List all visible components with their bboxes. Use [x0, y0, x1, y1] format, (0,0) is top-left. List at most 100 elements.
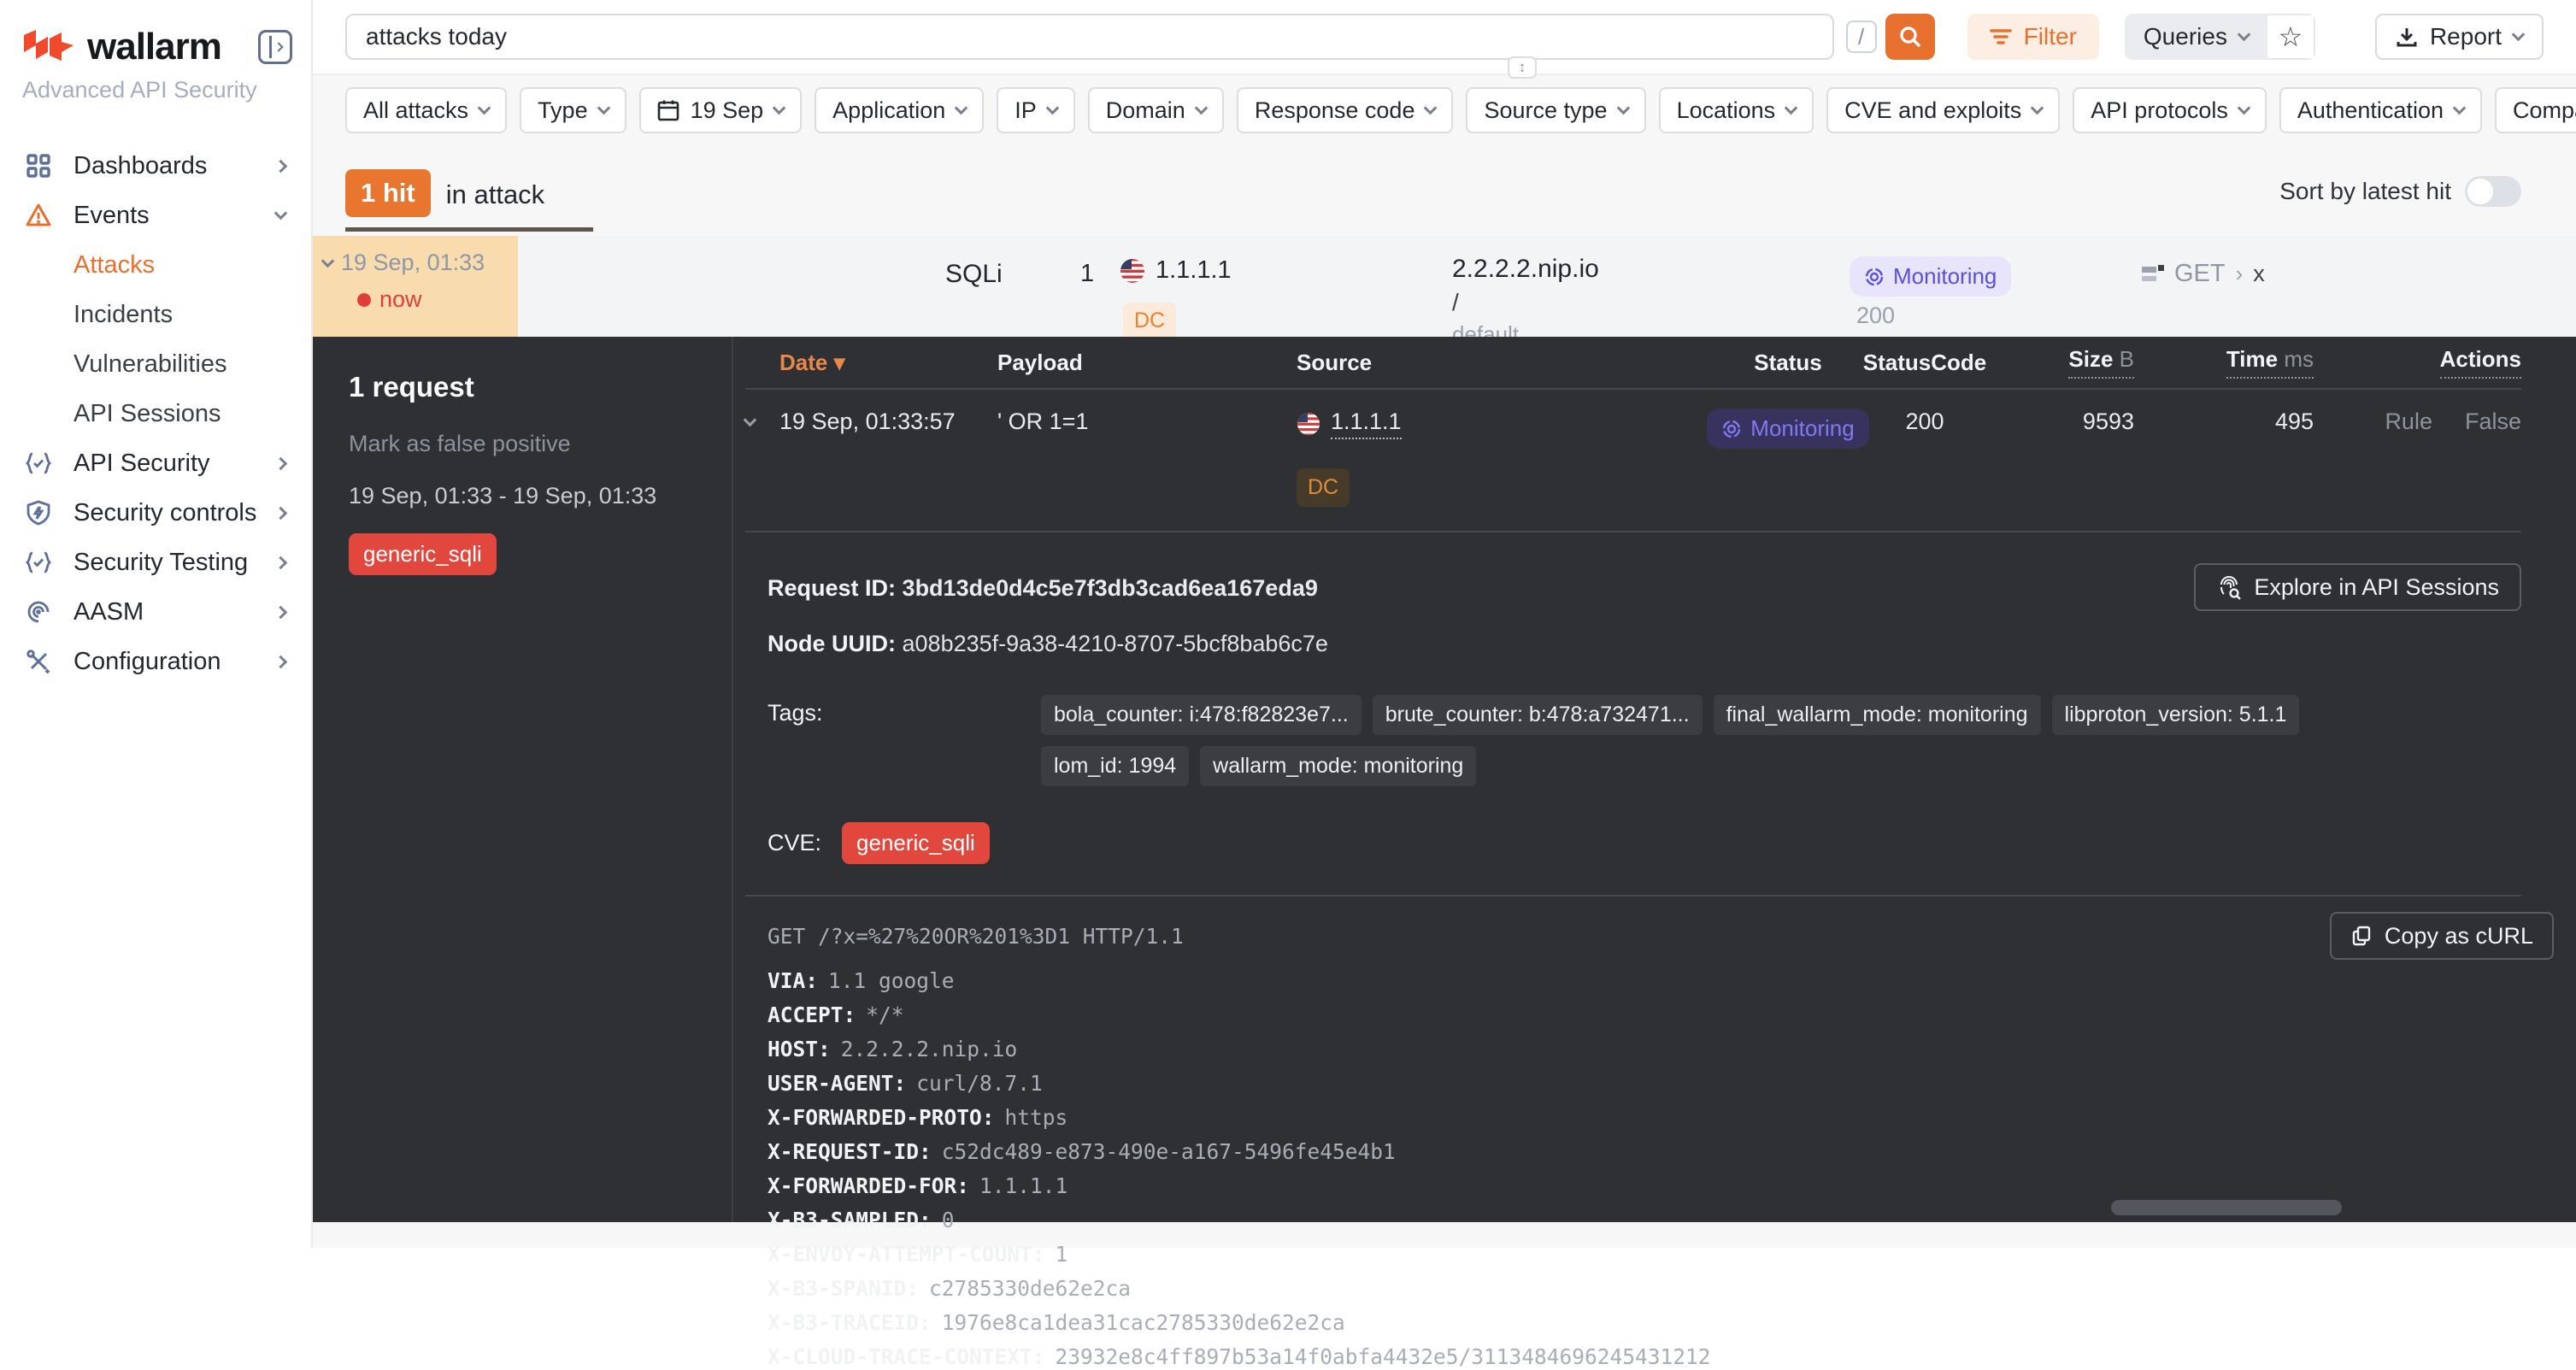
- action-rule-link[interactable]: Rule: [2385, 409, 2432, 435]
- action-false-link[interactable]: False: [2465, 409, 2521, 435]
- request-id-value: 3bd13de0d4c5e7f3db3cad6ea167eda9: [903, 575, 1318, 601]
- node-uuid-value: a08b235f-9a38-4210-8707-5bcf8bab6c7e: [903, 631, 1328, 656]
- filter-chip-source-type[interactable]: Source type: [1466, 87, 1645, 133]
- braces-check-icon: [24, 548, 53, 577]
- explore-api-sessions-button[interactable]: Explore in API Sessions: [2194, 563, 2521, 611]
- filter-chip-domain[interactable]: Domain: [1088, 87, 1224, 133]
- filter-chip-locations[interactable]: Locations: [1659, 87, 1814, 133]
- filter-chip-application[interactable]: Application: [815, 87, 984, 133]
- filter-chip-ip[interactable]: IP: [997, 87, 1075, 133]
- column-header-actions[interactable]: Actions: [2440, 346, 2521, 379]
- sidebar-item-aasm[interactable]: AASM: [0, 587, 311, 637]
- http-header-line: VIA:1.1 google: [768, 967, 2521, 994]
- resize-handle[interactable]: ↕: [1508, 56, 1537, 79]
- wallarm-logo-icon: [22, 30, 75, 64]
- cve-row: CVE: generic_sqli: [768, 822, 2521, 864]
- row-expand-chevron-icon[interactable]: [744, 414, 757, 427]
- top-search-bar: / Filter Queries ☆ Report ↕: [313, 0, 2576, 75]
- filter-chip-row: All attacks Type 19 Sep Application IP D…: [313, 75, 2576, 145]
- sidebar-item-security-testing[interactable]: Security Testing: [0, 538, 311, 587]
- expand-chevron-icon[interactable]: [321, 254, 335, 268]
- attack-recency: now: [379, 286, 422, 313]
- recency-dot-icon: [357, 293, 371, 307]
- sidebar-item-events[interactable]: Events: [0, 191, 311, 240]
- sidebar-item-dashboards[interactable]: Dashboards: [0, 141, 311, 191]
- chevron-down-icon: [2238, 28, 2251, 42]
- datacenter-tag: DC: [1297, 468, 1350, 507]
- column-header-date[interactable]: Date ▾: [779, 350, 997, 376]
- shield-bolt-icon: [24, 498, 53, 527]
- request-info-block: Request ID: 3bd13de0d4c5e7f3db3cad6ea167…: [768, 575, 2521, 657]
- request-size: 9593: [2083, 409, 2134, 435]
- column-header-time[interactable]: Time ms: [2226, 346, 2314, 379]
- row-separator: [745, 531, 2521, 532]
- filter-icon: [1990, 27, 2012, 46]
- filter-chip-type[interactable]: Type: [520, 87, 626, 133]
- filter-chip-cve-exploits[interactable]: CVE and exploits: [1826, 87, 2060, 133]
- search-input[interactable]: [345, 14, 1834, 60]
- sidebar-item-security-controls[interactable]: Security controls: [0, 488, 311, 538]
- queries-button[interactable]: Queries: [2125, 14, 2267, 60]
- http-header-line: X-B3-TRACEID:1976e8ca1dea31cac2785330de6…: [768, 1309, 2521, 1336]
- http-header-line: X-ENVOY-ATTEMPT-COUNT:1: [768, 1241, 2521, 1267]
- hits-context-label: in attack: [446, 179, 544, 210]
- collapse-sidebar-icon[interactable]: [258, 30, 292, 64]
- target-icon: [1721, 419, 1742, 439]
- tags-label: Tags:: [768, 695, 1041, 786]
- tag-chip: libproton_version: 5.1.1: [2052, 695, 2300, 735]
- sidebar-nav: Dashboards Events Attacks Incidents Vuln…: [0, 141, 311, 686]
- filter-chip-authentication[interactable]: Authentication: [2279, 87, 2482, 133]
- filter-chip-api-protocols[interactable]: API protocols: [2073, 87, 2267, 133]
- filter-button[interactable]: Filter: [1967, 14, 2099, 60]
- slash-shortcut-hint: /: [1846, 21, 1877, 53]
- sidebar-item-vulnerabilities[interactable]: Vulnerabilities: [0, 339, 311, 389]
- http-header-line: X-FORWARDED-FOR:1.1.1.1: [768, 1173, 2521, 1199]
- chevron-right-icon: [274, 506, 288, 520]
- attack-endpoint: GET › x: [2142, 260, 2265, 288]
- attack-detail-panel: 1 request Mark as false positive 19 Sep,…: [313, 337, 2576, 1222]
- http-header-line: X-FORWARDED-PROTO:https: [768, 1104, 2521, 1131]
- monitoring-status-badge: Monitoring: [1707, 409, 1868, 449]
- report-button[interactable]: Report: [2375, 14, 2544, 60]
- chevron-right-icon: [274, 556, 288, 569]
- favorite-star-icon[interactable]: ☆: [2267, 14, 2315, 60]
- sidebar-item-api-sessions[interactable]: API Sessions: [0, 389, 311, 438]
- http-header-line: USER-AGENT:curl/8.7.1: [768, 1070, 2521, 1097]
- sidebar-item-attacks[interactable]: Attacks: [0, 240, 311, 290]
- horizontal-scrollbar-thumb[interactable]: [2111, 1200, 2342, 1215]
- filter-chip-compare-to[interactable]: Compare to...: [2495, 87, 2576, 133]
- tag-chip: lom_id: 1994: [1041, 746, 1189, 786]
- http-header-line: X-CLOUD-TRACE-CONTEXT:23932e8c4ff897b53a…: [768, 1344, 2521, 1370]
- request-source-ip[interactable]: 1.1.1.1: [1331, 409, 1402, 439]
- endpoint-bars-icon: [2142, 264, 2164, 285]
- filter-chip-response-code[interactable]: Response code: [1237, 87, 1454, 133]
- attack-domain: 2.2.2.2.nip.io: [1452, 255, 1599, 284]
- sidebar-item-configuration[interactable]: Configuration: [0, 637, 311, 686]
- copy-as-curl-button[interactable]: Copy as cURL: [2330, 912, 2554, 960]
- results-header: 1 hit in attack Sort by latest hit: [313, 145, 2576, 217]
- http-request-line: GET /?x=%27%20OR%201%3D1 HTTP/1.1: [768, 924, 2521, 949]
- attack-source-ip[interactable]: 1.1.1.1: [1156, 256, 1232, 285]
- sidebar-item-api-security[interactable]: API Security: [0, 438, 311, 488]
- mark-false-positive-link[interactable]: Mark as false positive: [349, 431, 706, 457]
- filter-chip-date[interactable]: 19 Sep: [639, 87, 803, 133]
- search-button[interactable]: [1885, 14, 1935, 60]
- sidebar-item-incidents[interactable]: Incidents: [0, 290, 311, 339]
- target-icon: [1864, 267, 1885, 287]
- filter-chip-all-attacks[interactable]: All attacks: [345, 87, 507, 133]
- sidebar: wallarm Advanced API Security Dashboards…: [0, 0, 313, 1248]
- requests-table-header: Date ▾ Payload Source Status StatusCode …: [745, 337, 2521, 390]
- copy-icon: [2350, 925, 2373, 947]
- attack-date: 19 Sep, 01:33: [341, 250, 485, 276]
- column-header-statuscode: StatusCode: [1863, 350, 1986, 376]
- column-header-size[interactable]: Size B: [2068, 346, 2134, 379]
- request-status-code: 200: [1905, 409, 1944, 435]
- us-flag-icon: [1120, 258, 1145, 284]
- tag-chip: wallarm_mode: monitoring: [1200, 746, 1476, 786]
- sort-toggle[interactable]: [2465, 176, 2521, 207]
- request-table-row[interactable]: 19 Sep, 01:33:57 ' OR 1=1 1.1.1.1 DC Mon…: [745, 390, 2521, 507]
- tags-row: Tags: bola_counter: i:478:f82823e7... br…: [768, 695, 2521, 786]
- sort-by-latest-label: Sort by latest hit: [2279, 178, 2451, 205]
- chevron-right-icon: [274, 655, 288, 668]
- main-content: / Filter Queries ☆ Report ↕ All attacks …: [313, 0, 2576, 1248]
